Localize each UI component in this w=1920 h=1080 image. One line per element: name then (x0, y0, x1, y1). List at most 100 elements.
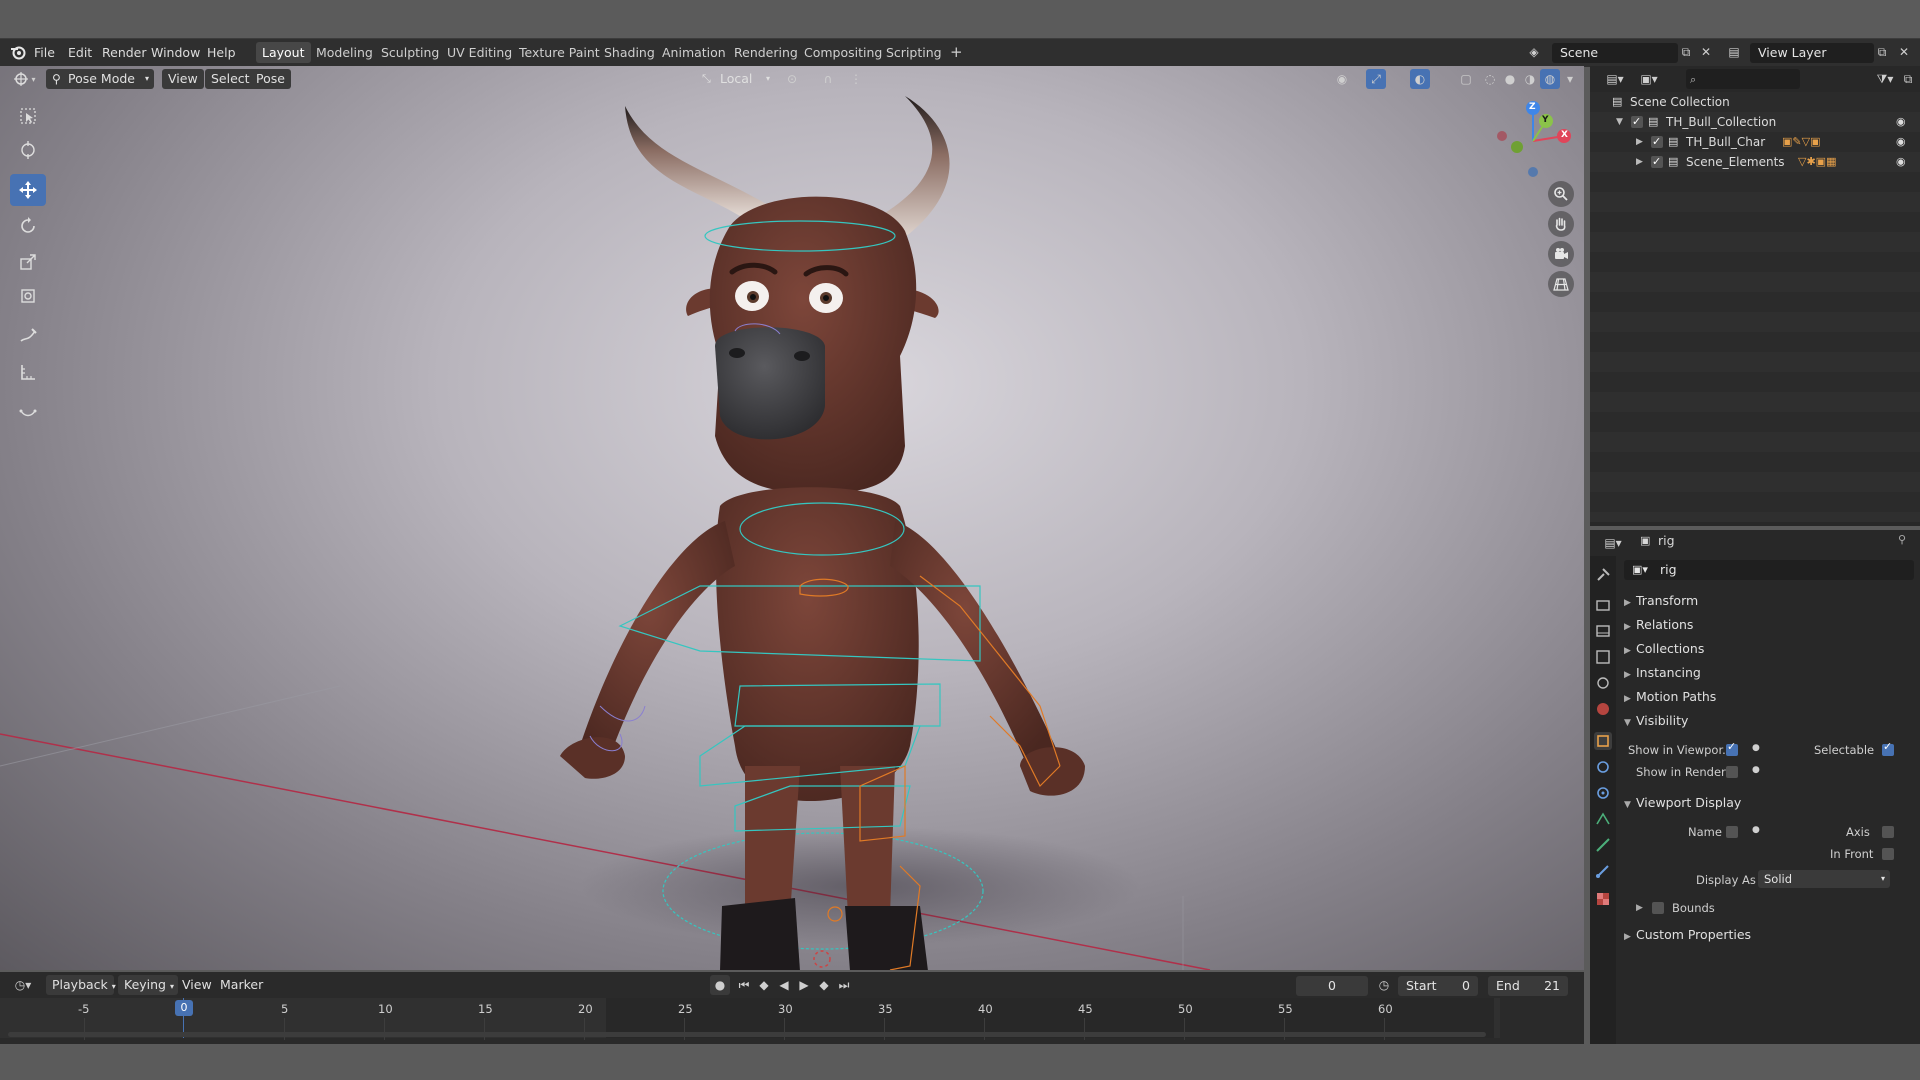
show-in-viewport-checkbox[interactable] (1726, 740, 1738, 756)
material-preview-icon[interactable]: ◑ (1520, 69, 1540, 89)
section-viewport-display[interactable]: ▼ Viewport Display (1624, 792, 1914, 814)
pin-icon[interactable]: ⚲ (1898, 533, 1906, 546)
display-as-dropdown[interactable]: Solid ▾ (1758, 870, 1890, 888)
mode-selector[interactable]: ⚲ Pose Mode ▾ (46, 69, 154, 89)
menu-render[interactable]: Render (102, 45, 147, 60)
section-instancing[interactable]: ▶ Instancing (1624, 662, 1914, 684)
next-keyframe-icon[interactable]: ◆ (814, 975, 834, 995)
object-name-field[interactable]: ▣▾ rig (1624, 560, 1914, 580)
selectable-checkbox[interactable] (1882, 740, 1894, 756)
outliner-item-th-bull-char[interactable]: ▶ ▤ TH_Bull_Char ▣✎▽▣ ◉ (1590, 132, 1920, 152)
rendered-shading-icon[interactable]: ◍ (1540, 69, 1560, 89)
output-tab-icon[interactable] (1594, 622, 1612, 640)
section-visibility[interactable]: ▼ Visibility (1624, 710, 1914, 732)
wireframe-shading-icon[interactable]: ◌ (1480, 69, 1500, 89)
menu-help[interactable]: Help (207, 45, 236, 60)
show-axis-checkbox[interactable] (1882, 826, 1894, 838)
jump-start-icon[interactable]: ⏮ (734, 975, 754, 995)
record-icon[interactable]: ● (710, 975, 730, 995)
section-custom-properties[interactable]: ▶ Custom Properties (1624, 924, 1914, 946)
tab-rendering[interactable]: Rendering (728, 42, 804, 63)
tool-tab-icon[interactable] (1594, 566, 1612, 584)
keyframe-dot-icon[interactable]: ● (1752, 822, 1760, 838)
rotate-tool-icon[interactable] (10, 210, 46, 242)
tab-uv-editing[interactable]: UV Editing (441, 42, 518, 63)
expand-arrow-icon[interactable]: ▼ (1616, 112, 1623, 132)
display-mode-icon[interactable]: ▣▾ (1634, 69, 1664, 89)
new-view-layer-icon[interactable]: ⧉ (1872, 42, 1892, 62)
timeline-editor-type-icon[interactable]: ◷▾ (8, 975, 38, 995)
delete-scene-icon[interactable]: ✕ (1696, 42, 1716, 62)
exclude-checkbox[interactable] (1631, 112, 1643, 132)
tab-modeling[interactable]: Modeling (310, 42, 379, 63)
menu-view[interactable]: View (162, 69, 204, 89)
start-frame-field[interactable]: Start 0 (1398, 976, 1478, 996)
eye-icon[interactable]: ◉ (1896, 132, 1906, 152)
add-workspace-button[interactable]: + (944, 42, 969, 63)
in-front-checkbox[interactable] (1882, 848, 1894, 860)
tab-compositing[interactable]: Compositing (798, 42, 888, 63)
playhead-handle[interactable]: 0 (175, 1000, 193, 1016)
section-collections[interactable]: ▶ Collections (1624, 638, 1914, 660)
object-data-tab-icon[interactable] (1594, 836, 1612, 854)
menu-select[interactable]: Select (205, 69, 256, 89)
view-layer-selector-icon[interactable]: ▤ (1724, 42, 1744, 62)
scale-tool-icon[interactable] (10, 246, 46, 278)
tab-sculpting[interactable]: Sculpting (375, 42, 445, 63)
exclude-checkbox[interactable] (1651, 152, 1663, 172)
section-relations[interactable]: ▶ Relations (1624, 614, 1914, 636)
section-transform[interactable]: ▶ Transform (1624, 590, 1914, 612)
world-tab-icon[interactable] (1594, 700, 1612, 718)
tab-shading[interactable]: Shading (598, 42, 661, 63)
menu-playback[interactable]: Playback ▾ (46, 975, 116, 995)
new-scene-icon[interactable]: ⧉ (1676, 42, 1696, 62)
bone-tool-icon[interactable] (10, 396, 46, 428)
select-box-icon[interactable] (10, 100, 46, 132)
tab-scripting[interactable]: Scripting (880, 42, 948, 63)
modifiers-tab-icon[interactable] (1594, 758, 1612, 776)
bounds-checkbox[interactable] (1652, 902, 1664, 914)
tab-animation[interactable]: Animation (656, 42, 732, 63)
annotate-tool-icon[interactable] (10, 320, 46, 352)
blender-logo-icon[interactable] (10, 44, 26, 60)
end-frame-field[interactable]: End 21 (1488, 976, 1568, 996)
keyframe-dot-icon[interactable]: ● (1752, 740, 1760, 756)
physics-tab-icon[interactable] (1594, 810, 1612, 828)
bone-tab-icon[interactable] (1594, 862, 1612, 880)
perspective-grid-icon[interactable] (1548, 271, 1574, 297)
cursor-tool-icon[interactable] (10, 134, 46, 166)
expand-arrow-icon[interactable]: ▶ (1636, 132, 1643, 152)
xray-toggle-icon[interactable]: ▢ (1456, 69, 1476, 89)
move-tool-icon[interactable] (10, 174, 46, 206)
outliner-scene-collection[interactable]: ▤ Scene Collection (1590, 92, 1920, 112)
play-icon[interactable]: ▶ (794, 975, 814, 995)
menu-pose[interactable]: Pose (250, 69, 291, 89)
exclude-checkbox[interactable] (1651, 132, 1663, 152)
outliner-search-input[interactable]: ⌕ (1686, 69, 1800, 89)
visibility-selector-icon[interactable]: ◉ (1332, 69, 1352, 89)
menu-view[interactable]: View (176, 975, 218, 995)
expand-arrow-icon[interactable]: ▶ (1636, 900, 1643, 916)
outliner-item-th-bull-collection[interactable]: ▼ ▤ TH_Bull_Collection ◉ (1590, 112, 1920, 132)
menu-edit[interactable]: Edit (68, 45, 92, 60)
transform-orientation-selector[interactable]: ⤡ Local ▾ (696, 69, 774, 89)
keyframe-dot-icon[interactable]: ● (1752, 762, 1760, 778)
show-name-checkbox[interactable] (1726, 826, 1738, 838)
eye-icon[interactable]: ◉ (1896, 152, 1906, 172)
timeline-scrollbar[interactable] (8, 1032, 1486, 1037)
properties-editor-type-icon[interactable]: ▤▾ (1598, 533, 1628, 553)
measure-tool-icon[interactable] (10, 356, 46, 388)
object-tab-icon[interactable] (1594, 732, 1612, 750)
tab-texture-paint[interactable]: Texture Paint (513, 42, 606, 63)
particles-tab-icon[interactable] (1594, 784, 1612, 802)
show-in-renders-checkbox[interactable] (1726, 766, 1738, 778)
pivot-point-icon[interactable]: ⊙ (782, 69, 802, 89)
texture-tab-icon[interactable] (1594, 890, 1612, 908)
3d-viewport[interactable]: Z Y X (0, 66, 1584, 970)
view-layer-tab-icon[interactable] (1594, 648, 1612, 666)
menu-marker[interactable]: Marker (214, 975, 269, 995)
prev-keyframe-icon[interactable]: ◆ (754, 975, 774, 995)
view-layer-field[interactable]: View Layer (1750, 43, 1874, 63)
play-reverse-icon[interactable]: ◀ (774, 975, 794, 995)
scene-tab-icon[interactable] (1594, 674, 1612, 692)
